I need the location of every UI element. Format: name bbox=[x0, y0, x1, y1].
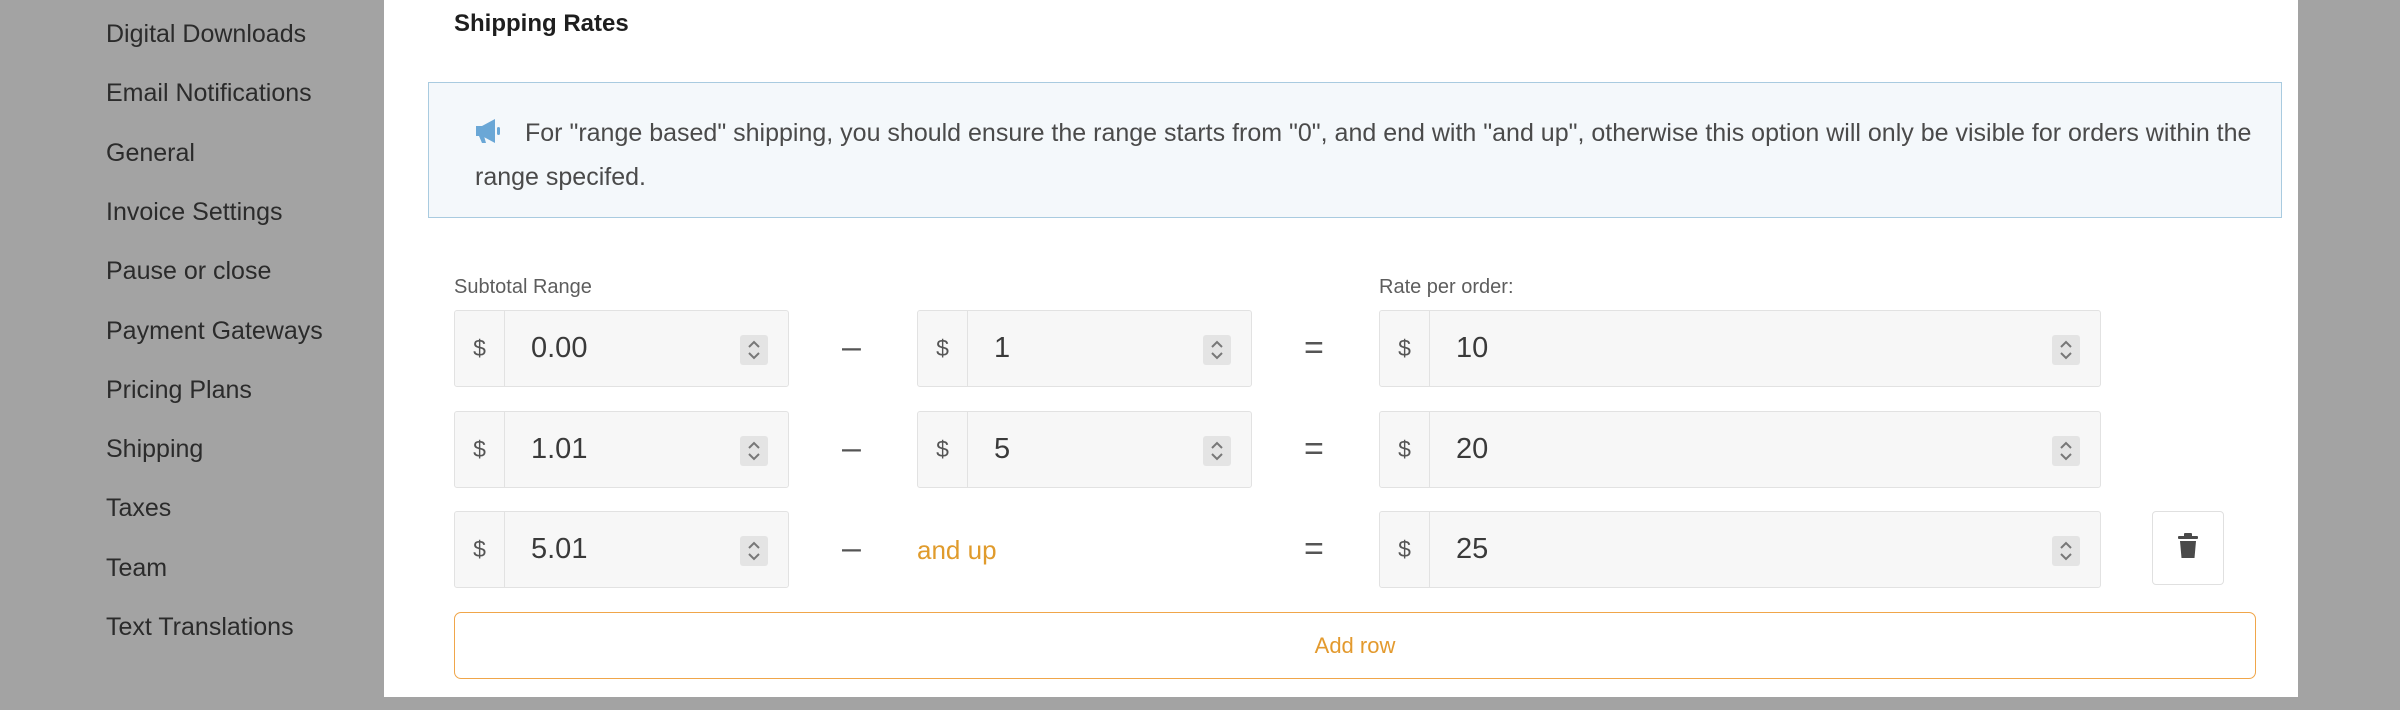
currency-prefix: $ bbox=[1380, 512, 1430, 587]
spinner-icon[interactable] bbox=[1203, 335, 1231, 365]
sidebar-item-pause-or-close[interactable]: Pause or close bbox=[106, 256, 271, 286]
trash-icon bbox=[2177, 532, 2199, 564]
input-value[interactable]: 5.01 bbox=[531, 512, 587, 587]
modal-title: Shipping Rates bbox=[454, 10, 629, 37]
sidebar-item-text-translations[interactable]: Text Translations bbox=[106, 612, 294, 642]
sidebar-item-email-notifications[interactable]: Email Notifications bbox=[106, 78, 312, 108]
sidebar-item-general[interactable]: General bbox=[106, 138, 195, 168]
currency-prefix: $ bbox=[918, 412, 968, 487]
input-value[interactable]: 10 bbox=[1456, 311, 1488, 386]
input-value[interactable]: 1.01 bbox=[531, 412, 587, 487]
rate-input[interactable]: $ 25 bbox=[1379, 511, 2101, 588]
range-from-input[interactable]: $ 1.01 bbox=[454, 411, 789, 488]
and-up-label: and up bbox=[917, 535, 997, 565]
shipping-rates-modal: Shipping Rates For "range based" shippin… bbox=[384, 0, 2298, 697]
sidebar-item-digital-downloads[interactable]: Digital Downloads bbox=[106, 19, 306, 49]
range-separator: – bbox=[842, 529, 861, 567]
currency-prefix: $ bbox=[1380, 311, 1430, 386]
sidebar-item-pricing-plans[interactable]: Pricing Plans bbox=[106, 375, 252, 405]
notice-text: For "range based" shipping, you should e… bbox=[475, 119, 2252, 191]
spinner-icon[interactable] bbox=[1203, 436, 1231, 466]
settings-sidebar: Digital Downloads Email Notifications Ge… bbox=[0, 0, 384, 710]
range-separator: – bbox=[842, 328, 861, 366]
input-value[interactable]: 25 bbox=[1456, 512, 1488, 587]
input-value[interactable]: 0.00 bbox=[531, 311, 587, 386]
range-to-input[interactable]: $ 5 bbox=[917, 411, 1252, 488]
rate-per-order-label: Rate per order: bbox=[1379, 276, 1514, 298]
delete-row-button[interactable] bbox=[2152, 511, 2224, 585]
sidebar-item-taxes[interactable]: Taxes bbox=[106, 493, 171, 523]
currency-prefix: $ bbox=[455, 412, 505, 487]
rate-input[interactable]: $ 10 bbox=[1379, 310, 2101, 387]
currency-prefix: $ bbox=[1380, 412, 1430, 487]
currency-prefix: $ bbox=[455, 512, 505, 587]
add-row-button[interactable]: Add row bbox=[454, 612, 2256, 679]
spinner-icon[interactable] bbox=[2052, 335, 2080, 365]
sidebar-item-shipping[interactable]: Shipping bbox=[106, 434, 203, 464]
currency-prefix: $ bbox=[455, 311, 505, 386]
input-value[interactable]: 5 bbox=[994, 412, 1010, 487]
equals-sign: = bbox=[1304, 430, 1324, 468]
spinner-icon[interactable] bbox=[740, 335, 768, 365]
range-separator: – bbox=[842, 429, 861, 467]
spinner-icon[interactable] bbox=[740, 536, 768, 566]
range-from-input[interactable]: $ 5.01 bbox=[454, 511, 789, 588]
subtotal-range-label: Subtotal Range bbox=[454, 276, 592, 298]
info-notice: For "range based" shipping, you should e… bbox=[428, 82, 2282, 218]
sidebar-item-invoice-settings[interactable]: Invoice Settings bbox=[106, 197, 283, 227]
spinner-icon[interactable] bbox=[2052, 436, 2080, 466]
range-from-input[interactable]: $ 0.00 bbox=[454, 310, 789, 387]
equals-sign: = bbox=[1304, 530, 1324, 568]
spinner-icon[interactable] bbox=[2052, 536, 2080, 566]
spinner-icon[interactable] bbox=[740, 436, 768, 466]
equals-sign: = bbox=[1304, 329, 1324, 367]
input-value[interactable]: 1 bbox=[994, 311, 1010, 386]
rate-input[interactable]: $ 20 bbox=[1379, 411, 2101, 488]
sidebar-item-team[interactable]: Team bbox=[106, 553, 167, 583]
currency-prefix: $ bbox=[918, 311, 968, 386]
input-value[interactable]: 20 bbox=[1456, 412, 1488, 487]
range-to-input[interactable]: $ 1 bbox=[917, 310, 1252, 387]
sidebar-item-payment-gateways[interactable]: Payment Gateways bbox=[106, 316, 323, 346]
